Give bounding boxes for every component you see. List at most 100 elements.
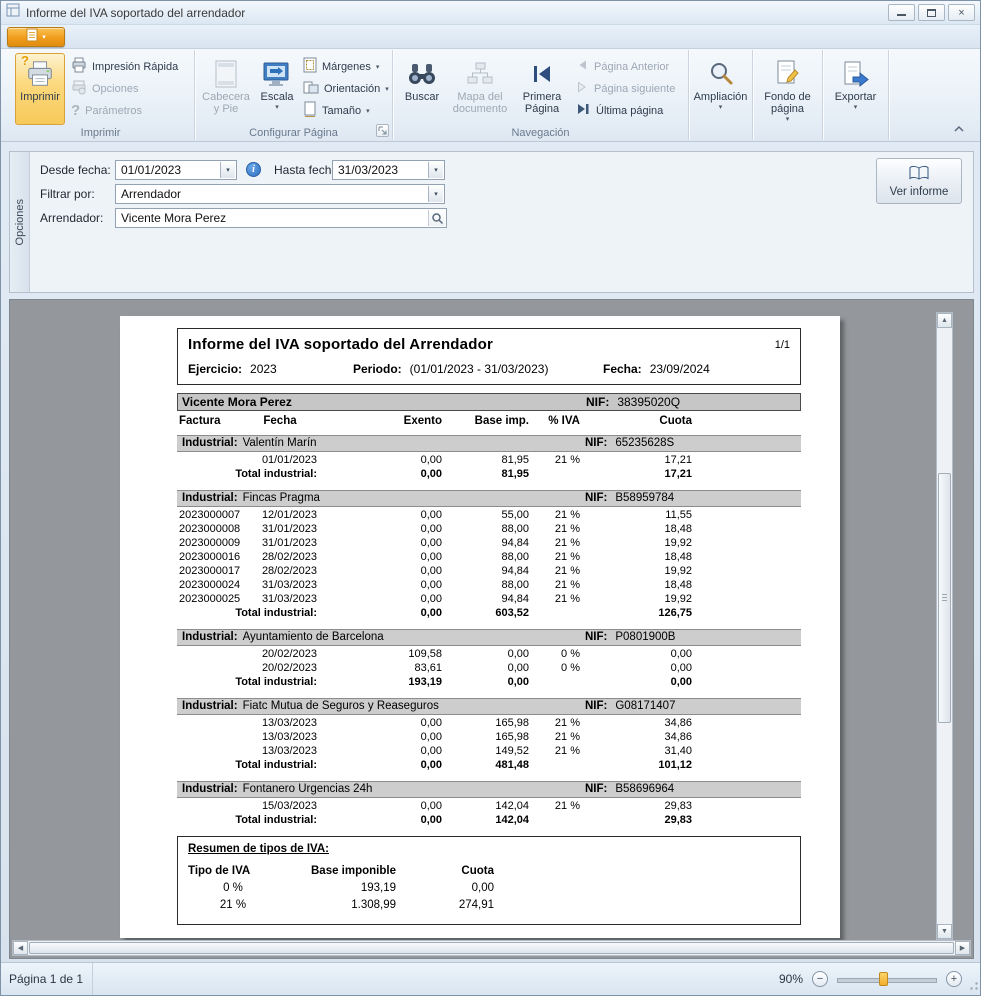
info-icon[interactable]: i — [246, 162, 261, 177]
imprimir-button[interactable]: ? Imprimir — [15, 53, 65, 125]
escala-button[interactable]: Escala ▾ — [255, 53, 299, 125]
dropdown-caret-icon[interactable]: ▾ — [428, 186, 443, 202]
dropdown-caret-icon[interactable]: ▾ — [428, 162, 443, 178]
minimize-button[interactable] — [888, 4, 915, 21]
maximize-button[interactable] — [918, 4, 945, 21]
cabecera-pie-button[interactable]: Cabecera y Pie — [199, 53, 253, 125]
summary-cell: 0 % — [188, 880, 278, 897]
hasta-fecha-input[interactable]: 31/03/2023 ▾ — [332, 160, 445, 180]
exportar-label: Exportar — [835, 91, 877, 103]
exportar-button[interactable]: Exportar ▾ — [826, 53, 885, 125]
filtrar-por-select[interactable]: Arrendador ▾ — [115, 184, 445, 204]
total-cuota: 29,83 — [584, 813, 692, 828]
orientacion-button[interactable]: Orientación ▾ — [301, 78, 391, 99]
cell: 2023000017 — [177, 564, 243, 578]
spacer — [692, 799, 801, 813]
ultima-pagina-button[interactable]: Última página — [573, 100, 665, 121]
spacer — [692, 522, 801, 536]
ampliacion-button[interactable]: Ampliación ▾ — [692, 53, 749, 125]
opciones-button[interactable]: Opciones — [69, 78, 140, 99]
vertical-scrollbar[interactable]: ▲ ▼ — [936, 312, 953, 940]
report-section: Industrial:Valentín MarínNIF:65235628S01… — [177, 435, 801, 482]
close-button[interactable]: × — [948, 4, 975, 21]
ver-informe-button[interactable]: Ver informe — [876, 158, 962, 204]
resize-grip-icon[interactable] — [966, 978, 979, 994]
window-title: Informe del IVA soportado del arrendador — [26, 6, 245, 20]
report-page-indicator: 1/1 — [775, 339, 790, 351]
fondo-pagina-label: Fondo de página — [757, 91, 818, 116]
dropdown-caret-icon[interactable]: ▾ — [220, 162, 235, 178]
cell: 94,84 — [442, 592, 529, 606]
parametros-button[interactable]: ? Parámetros — [69, 100, 144, 121]
primera-pagina-button[interactable]: Primera Página — [515, 53, 569, 125]
total-base: 0,00 — [442, 675, 529, 690]
dropdown-caret-icon: ▾ — [854, 104, 858, 112]
total-exento: 0,00 — [317, 467, 442, 482]
cell: 21 % — [529, 716, 584, 730]
dialog-launcher-button[interactable] — [376, 124, 389, 137]
cell: 21 % — [529, 564, 584, 578]
total-label: Total industrial: — [177, 467, 317, 482]
spacer — [692, 578, 801, 592]
tamano-button[interactable]: Tamaño ▾ — [301, 100, 372, 121]
report-row: 202300000931/01/20230,0094,8421 %19,92 — [177, 536, 801, 550]
vertical-scroll-thumb[interactable] — [938, 473, 951, 723]
cell: 20/02/2023 — [243, 647, 317, 661]
dropdown-caret-icon: ▾ — [366, 107, 370, 115]
arrendador-input[interactable]: Vicente Mora Perez — [115, 208, 447, 228]
zoom-out-button[interactable]: − — [812, 971, 828, 987]
zoom-in-button[interactable]: + — [946, 971, 962, 987]
buscar-button[interactable]: Buscar — [399, 53, 445, 125]
cell: 0,00 — [317, 592, 442, 606]
report-section: Industrial:Fontanero Urgencias 24hNIF:B5… — [177, 781, 801, 828]
impresion-rapida-button[interactable]: Impresión Rápida — [69, 56, 180, 77]
options-tab-label: Opciones — [14, 199, 26, 245]
report-body: Industrial:Valentín MarínNIF:65235628S01… — [177, 435, 801, 828]
scroll-right-button[interactable]: ▶ — [955, 941, 970, 955]
report-row: 20/02/202383,610,000 %0,00 — [177, 661, 801, 675]
summary-box: Resumen de tipos de IVA: Tipo de IVABase… — [177, 836, 801, 925]
total-exento: 0,00 — [317, 813, 442, 828]
empty-cell — [529, 606, 584, 621]
margenes-button[interactable]: Márgenes ▾ — [301, 56, 381, 77]
app-menu-button[interactable]: ▾ — [7, 27, 65, 47]
dropdown-caret-icon: ▾ — [275, 104, 279, 112]
spacer — [692, 453, 801, 467]
section-nif: NIF:B58959784 — [585, 491, 674, 506]
fondo-pagina-button[interactable]: Fondo de página ▾ — [756, 53, 819, 125]
mapa-documento-button[interactable]: Mapa del documento — [449, 53, 511, 125]
horizontal-scrollbar[interactable]: ◀ ▶ — [12, 940, 971, 956]
section-type-label: Industrial: — [182, 783, 238, 795]
total-exento: 0,00 — [317, 606, 442, 621]
ribbon-collapse-button[interactable] — [950, 121, 968, 136]
landlord-name: Vicente Mora Perez — [182, 395, 292, 409]
cell — [177, 716, 243, 730]
total-cuota: 101,12 — [584, 758, 692, 773]
report-section: Industrial:Fincas PragmaNIF:B58959784202… — [177, 490, 801, 621]
search-icon — [431, 212, 444, 225]
scroll-down-button[interactable]: ▼ — [937, 924, 952, 939]
spacer — [692, 413, 801, 429]
filtrar-por-value: Arrendador — [121, 187, 439, 201]
ultima-pagina-label: Última página — [596, 105, 663, 117]
report-column-label: Fecha — [243, 413, 317, 429]
cell: 13/03/2023 — [243, 744, 317, 758]
horizontal-scroll-thumb[interactable] — [29, 942, 954, 954]
report-page: Informe del IVA soportado del Arrendador… — [120, 316, 840, 938]
scroll-left-button[interactable]: ◀ — [13, 941, 28, 955]
zoom-slider-thumb[interactable] — [879, 972, 888, 986]
report-meta: Ejercicio:2023 Periodo:(01/01/2023 - 31/… — [188, 362, 790, 376]
total-exento: 0,00 — [317, 758, 442, 773]
report-row: 01/01/20230,0081,9521 %17,21 — [177, 453, 801, 467]
scroll-up-button[interactable]: ▲ — [937, 313, 952, 328]
pagina-siguiente-button[interactable]: Página siguiente — [573, 78, 677, 99]
desde-fecha-input[interactable]: 01/01/2023 ▾ — [115, 160, 237, 180]
parametros-label: Parámetros — [85, 105, 142, 117]
search-lookup-button[interactable] — [428, 210, 445, 226]
zoom-slider[interactable] — [837, 971, 937, 987]
total-base: 603,52 — [442, 606, 529, 621]
nif-value: 65235628S — [615, 437, 674, 449]
pagina-anterior-button[interactable]: Página Anterior — [573, 56, 671, 77]
cell: 0 % — [529, 647, 584, 661]
cell: 13/03/2023 — [243, 730, 317, 744]
